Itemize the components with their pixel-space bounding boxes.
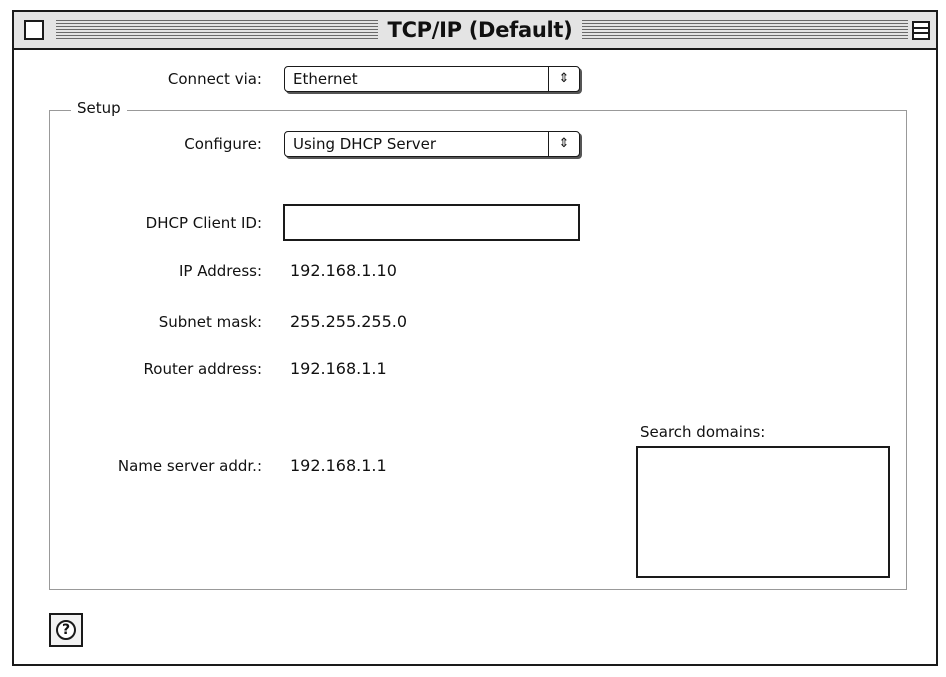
subnet-mask-value: 255.255.255.0 xyxy=(290,312,408,331)
help-icon: ? xyxy=(56,620,76,640)
window-title: TCP/IP (Default) xyxy=(387,18,573,42)
configure-selected: Using DHCP Server xyxy=(293,135,437,153)
configure-label: Configure: xyxy=(184,135,262,153)
router-address-label: Router address: xyxy=(143,360,262,378)
ip-address-value: 192.168.1.10 xyxy=(290,261,397,280)
updown-arrows-icon: ⇕ xyxy=(548,132,579,156)
dhcp-client-id-field[interactable] xyxy=(283,204,580,241)
updown-arrows-icon: ⇕ xyxy=(548,67,579,91)
setup-group-label: Setup xyxy=(71,99,127,117)
search-domains-label: Search domains: xyxy=(640,423,766,441)
collapse-box-icon[interactable] xyxy=(912,21,930,40)
configure-popup[interactable]: Using DHCP Server ⇕ xyxy=(284,131,580,157)
subnet-mask-label: Subnet mask: xyxy=(158,313,262,331)
close-box-icon[interactable] xyxy=(24,20,44,40)
help-button[interactable]: ? xyxy=(49,613,83,647)
window-titlebar[interactable]: TCP/IP (Default) xyxy=(14,12,936,50)
connect-via-selected: Ethernet xyxy=(293,70,358,88)
search-domains-field[interactable] xyxy=(636,446,890,578)
name-server-value: 192.168.1.1 xyxy=(290,456,387,475)
titlebar-stripes-right xyxy=(582,20,908,40)
titlebar-stripes-left xyxy=(56,20,378,40)
connect-via-popup[interactable]: Ethernet ⇕ xyxy=(284,66,580,92)
dhcp-client-id-label: DHCP Client ID: xyxy=(145,214,262,232)
ip-address-label: IP Address: xyxy=(178,262,262,280)
name-server-label: Name server addr.: xyxy=(117,457,262,475)
connect-via-label: Connect via: xyxy=(167,70,262,88)
router-address-value: 192.168.1.1 xyxy=(290,359,387,378)
